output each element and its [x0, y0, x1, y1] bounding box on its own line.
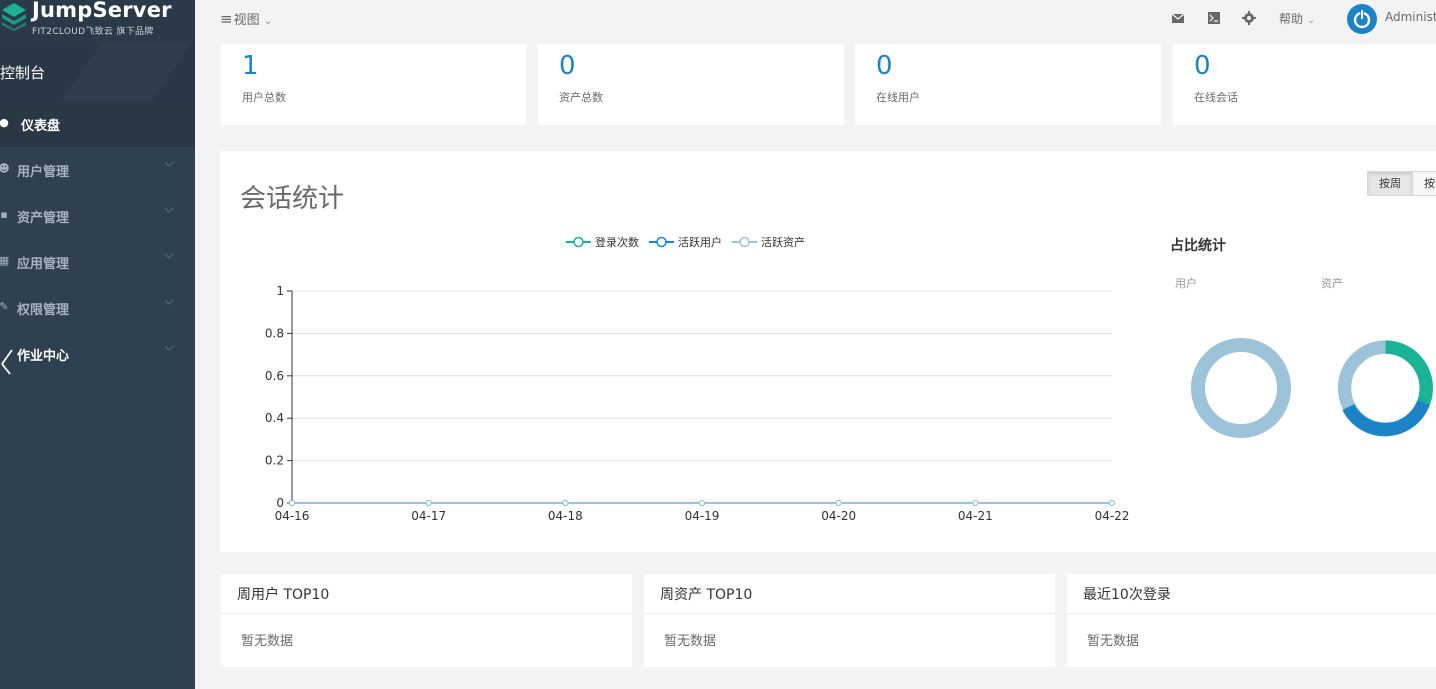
- x-tick-label: 04-17: [411, 509, 446, 523]
- y-tick-label: 0.4: [265, 411, 284, 425]
- weekly-assets-top10-card: 周资产 TOP10 暂无数据: [644, 574, 1055, 667]
- sidebar-item-permissions[interactable]: ✎ 权限管理: [0, 285, 195, 331]
- stat-card-users: 1 用户总数: [221, 44, 526, 125]
- user-menu-button[interactable]: Administ: [1385, 10, 1436, 24]
- stat-value: 0: [1194, 51, 1211, 81]
- sidebar-item-users[interactable]: ☻ 用户管理: [0, 147, 195, 193]
- ratio-assets-label: 资产: [1321, 277, 1343, 290]
- top-navbar: ≡视图 ⌄ 帮助 ⌄ Administ: [195, 0, 1436, 38]
- users-icon: ☻: [0, 162, 10, 175]
- x-tick-label: 04-16: [275, 509, 310, 523]
- stat-value: 0: [559, 51, 576, 81]
- inbox-icon: ▪: [0, 208, 8, 221]
- brand-name: JumpServer: [32, 0, 172, 22]
- terminal-icon[interactable]: [1207, 11, 1221, 25]
- sidebar-item-label: 仪表盘: [21, 119, 61, 134]
- chevron-down-icon: [164, 251, 174, 261]
- stat-value: 0: [876, 51, 893, 81]
- x-tick-label: 04-18: [548, 509, 583, 523]
- stat-label: 用户总数: [242, 91, 286, 104]
- stat-card-online-users: 0 在线用户: [855, 44, 1161, 125]
- sidebar-item-assets[interactable]: ▪ 资产管理: [0, 193, 195, 239]
- empty-text: 暂无数据: [1087, 634, 1140, 649]
- weekly-users-top10-card: 周用户 TOP10 暂无数据: [221, 574, 632, 667]
- dashboard-icon: ●: [0, 116, 9, 129]
- data-point: [972, 500, 979, 506]
- sidebar-item-label: 作业中心: [17, 349, 70, 364]
- stat-label: 在线会话: [1194, 91, 1238, 104]
- data-point: [425, 500, 432, 506]
- x-tick-label: 04-20: [821, 509, 856, 523]
- stat-card-online-sessions: 0 在线会话: [1173, 44, 1436, 125]
- x-tick-label: 04-19: [685, 509, 720, 523]
- console-header[interactable]: 控制台: [0, 44, 195, 101]
- session-stats-panel: 会话统计 按周 按 登录次数 活跃用户 活跃资产 0 0.2 0.4 0.6 0.8 1 0…: [220, 151, 1436, 552]
- card-header: 周用户 TOP10: [221, 574, 632, 614]
- card-header: 周资产 TOP10: [644, 574, 1055, 614]
- stat-label: 资产总数: [559, 91, 603, 104]
- stat-card-assets: 0 资产总数: [538, 44, 844, 125]
- data-point: [289, 500, 295, 506]
- grid-icon: ▦: [0, 254, 10, 267]
- brand-header: JumpServer FIT2CLOUD飞致云 旗下品牌: [0, 0, 195, 44]
- edit-icon: ✎: [0, 300, 9, 313]
- stat-label: 在线用户: [876, 91, 920, 104]
- sidebar-item-applications[interactable]: ▦ 应用管理: [0, 239, 195, 285]
- toggle-week-button[interactable]: 按周: [1367, 171, 1413, 196]
- sidebar-item-jobs[interactable]: 作业中心: [0, 331, 195, 377]
- data-point: [835, 500, 842, 506]
- empty-text: 暂无数据: [664, 634, 717, 649]
- recent-logins-card: 最近10次登录 暂无数据: [1067, 574, 1436, 667]
- menu-icon: ≡: [220, 10, 233, 28]
- card-title: 周资产 TOP10: [660, 587, 753, 603]
- sidebar-item-label: 用户管理: [17, 165, 70, 180]
- ratio-title: 占比统计: [1170, 238, 1226, 254]
- gear-icon[interactable]: [1242, 11, 1256, 25]
- data-point: [1109, 500, 1115, 506]
- chevron-down-icon: [164, 297, 174, 307]
- chevron-down-icon: [164, 205, 174, 215]
- chevron-down-icon: ⌄: [1307, 15, 1316, 26]
- card-title: 最近10次登录: [1083, 587, 1171, 603]
- y-tick-label: 0.8: [265, 326, 284, 340]
- console-label: 控制台: [0, 64, 46, 82]
- y-tick-label: 1: [276, 284, 284, 298]
- assets-ratio-donut: [1337, 340, 1434, 437]
- view-menu-button[interactable]: ≡视图 ⌄: [220, 9, 273, 28]
- data-point: [562, 500, 569, 506]
- sidebar-item-label: 权限管理: [17, 303, 70, 318]
- y-tick-label: 0.6: [265, 369, 284, 383]
- brand-subtitle: FIT2CLOUD飞致云 旗下品牌: [32, 27, 154, 37]
- card-header: 最近10次登录: [1067, 574, 1436, 614]
- session-line-chart: 0 0.2 0.4 0.6 0.8 1 04-16 04-17 04-18 04-19 04-20 0…: [265, 284, 1130, 523]
- x-tick-label: 04-22: [1095, 509, 1130, 523]
- help-label: 帮助: [1279, 12, 1304, 26]
- card-title: 周用户 TOP10: [237, 587, 330, 603]
- users-ratio-donut: [1191, 338, 1291, 438]
- view-label: 视图: [233, 13, 260, 28]
- console-shade: [51, 44, 195, 101]
- y-tick-label: 0.2: [265, 454, 284, 468]
- stat-value: 1: [242, 51, 259, 81]
- y-tick-label: 0: [276, 496, 284, 510]
- help-menu-button[interactable]: 帮助 ⌄: [1279, 10, 1315, 27]
- toggle-month-button[interactable]: 按: [1412, 171, 1436, 196]
- sidebar-item-label: 应用管理: [17, 257, 70, 272]
- chevron-down-icon: [164, 159, 174, 169]
- sidebar-item-dashboard[interactable]: ● 仪表盘: [0, 101, 195, 147]
- avatar[interactable]: [1347, 4, 1377, 34]
- sidebar: JumpServer FIT2CLOUD飞致云 旗下品牌 控制台 ● 仪表盘 ☻…: [0, 0, 195, 689]
- envelope-icon[interactable]: [1171, 11, 1185, 25]
- ratio-users-label: 用户: [1175, 277, 1197, 290]
- chevron-down-icon: [164, 343, 174, 353]
- empty-text: 暂无数据: [241, 634, 294, 649]
- x-tick-label: 04-21: [958, 509, 993, 523]
- mouse-cursor-icon: [1, 349, 13, 375]
- data-point: [699, 500, 705, 506]
- jumpserver-logo-icon: [2, 3, 26, 31]
- chevron-down-icon: ⌄: [263, 14, 273, 27]
- sidebar-item-label: 资产管理: [17, 211, 70, 226]
